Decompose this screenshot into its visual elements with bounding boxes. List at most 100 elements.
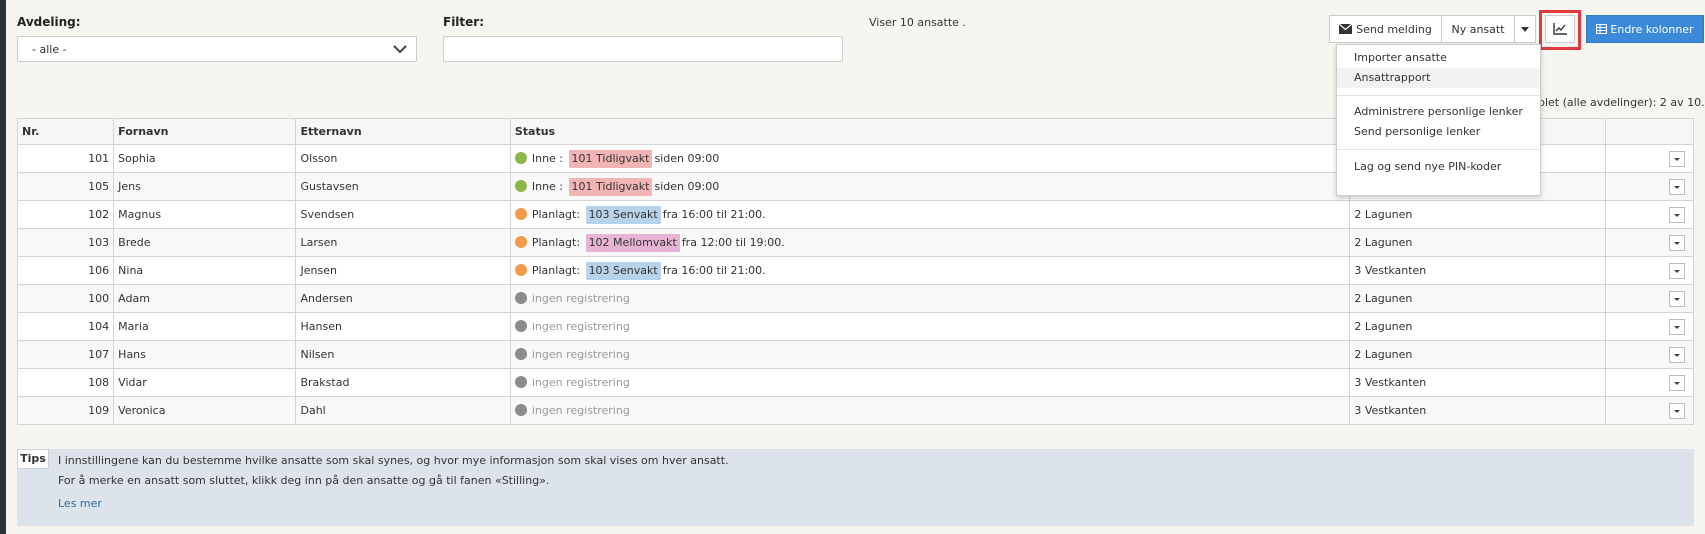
cell-first-name: Veronica bbox=[113, 396, 297, 425]
column-header-status[interactable]: Status bbox=[509, 118, 1351, 145]
column-header-last-name[interactable]: Etternavn bbox=[295, 118, 511, 145]
cell-status: Inne : 101 Tidligvakt siden 09:00 bbox=[509, 172, 1351, 201]
cell-last-name: Jensen bbox=[295, 256, 511, 285]
cell-department: 3 Vestkanten bbox=[1349, 368, 1606, 397]
shift-badge: 103 Senvakt bbox=[585, 261, 661, 280]
status-dot-icon bbox=[514, 263, 527, 276]
status-dot-icon bbox=[514, 376, 527, 388]
row-dropdown-button[interactable] bbox=[1669, 150, 1685, 167]
row-dropdown-button[interactable] bbox=[1669, 346, 1685, 363]
row-dropdown-button[interactable] bbox=[1669, 262, 1685, 279]
shift-badge: 102 Mellomvakt bbox=[585, 233, 680, 252]
cell-last-name: Gustavsen bbox=[295, 172, 511, 201]
row-dropdown-button[interactable] bbox=[1669, 374, 1685, 391]
department-select[interactable]: - alle - bbox=[17, 36, 417, 62]
cell-first-name: Maria bbox=[113, 312, 297, 341]
cell-first-name: Hans bbox=[113, 340, 297, 369]
cell-status: ingen registrering bbox=[509, 340, 1351, 369]
cell-actions bbox=[1604, 284, 1695, 313]
status-dot-icon bbox=[514, 207, 527, 220]
table-row[interactable]: 107 Hans Nilsen ingen registrering 2 Lagunen bbox=[16, 340, 1695, 369]
shift-time: siden 09:00 bbox=[654, 151, 720, 165]
row-dropdown-button[interactable] bbox=[1669, 234, 1685, 251]
table-row[interactable]: 104 Maria Hansen ingen registrering 2 Lagune… bbox=[16, 312, 1695, 341]
highlight-box bbox=[1539, 10, 1581, 50]
cell-nr: 105 bbox=[16, 172, 115, 201]
cell-actions bbox=[1604, 172, 1695, 201]
change-columns-button[interactable]: Endre kolonner bbox=[1586, 15, 1704, 43]
table-row[interactable]: 103 Brede Larsen Planlagt: 102 Mellomvakt fr… bbox=[16, 228, 1695, 257]
cell-status: ingen registrering bbox=[509, 396, 1351, 425]
send-message-button[interactable]: Send melding bbox=[1329, 15, 1442, 43]
cell-status: ingen registrering bbox=[509, 284, 1351, 313]
cell-last-name: Dahl bbox=[295, 396, 511, 425]
menu-item-pin-codes[interactable]: Lag og send nye PIN-koder bbox=[1337, 157, 1540, 177]
cell-first-name: Brede bbox=[113, 228, 297, 257]
cell-department: 2 Lagunen bbox=[1349, 228, 1606, 257]
menu-item-manage-links[interactable]: Administrere personlige lenker bbox=[1337, 102, 1540, 122]
menu-item-import[interactable]: Importer ansatte bbox=[1337, 48, 1540, 68]
table-row[interactable]: 109 Veronica Dahl ingen registrering 3 Vestk… bbox=[16, 396, 1695, 425]
status-dot-icon bbox=[514, 292, 527, 304]
send-message-label: Send melding bbox=[1356, 22, 1432, 36]
cell-status: ingen registrering bbox=[509, 312, 1351, 341]
column-header-nr[interactable]: Nr. bbox=[16, 118, 115, 145]
envelope-icon bbox=[1339, 24, 1353, 34]
cell-actions bbox=[1604, 228, 1695, 257]
cell-last-name: Olsson bbox=[295, 144, 511, 173]
chevron-down-icon bbox=[393, 45, 407, 54]
shift-badge: 103 Senvakt bbox=[585, 205, 661, 224]
column-header-first-name[interactable]: Fornavn bbox=[113, 118, 297, 145]
cell-department: 2 Lagunen bbox=[1349, 284, 1606, 313]
menu-divider bbox=[1337, 95, 1540, 96]
status-state: ingen registrering bbox=[531, 292, 630, 305]
cell-last-name: Larsen bbox=[295, 228, 511, 257]
table-icon bbox=[1596, 24, 1608, 34]
cell-nr: 103 bbox=[16, 228, 115, 257]
cell-actions bbox=[1604, 368, 1695, 397]
cell-last-name: Andersen bbox=[295, 284, 511, 313]
shift-time: fra 12:00 til 19:00. bbox=[681, 235, 785, 249]
read-more-link[interactable]: Les mer bbox=[58, 497, 102, 510]
row-dropdown-button[interactable] bbox=[1669, 290, 1685, 307]
status-state: ingen registrering bbox=[531, 320, 630, 333]
status-state: ingen registrering bbox=[531, 376, 630, 389]
tips-text-2: For å merke en ansatt som sluttet, klikk… bbox=[58, 474, 550, 487]
row-dropdown-button[interactable] bbox=[1669, 206, 1685, 223]
shift-badge: 101 Tidligvakt bbox=[568, 149, 653, 168]
status-dot-icon bbox=[514, 235, 527, 248]
menu-item-send-links[interactable]: Send personlige lenker bbox=[1337, 122, 1540, 142]
row-dropdown-button[interactable] bbox=[1669, 402, 1685, 419]
table-row[interactable]: 100 Adam Andersen ingen registrering 2 Lagun… bbox=[16, 284, 1695, 313]
cell-actions bbox=[1604, 200, 1695, 229]
cell-last-name: Nilsen bbox=[295, 340, 511, 369]
cell-nr: 106 bbox=[16, 256, 115, 285]
table-row[interactable]: 106 Nina Jensen Planlagt: 103 Senvakt fra 16… bbox=[16, 256, 1695, 285]
shift-badge: 101 Tidligvakt bbox=[568, 177, 653, 196]
status-dot-icon bbox=[514, 348, 527, 360]
table-row[interactable]: 108 Vidar Brakstad ingen registrering 3 Vest… bbox=[16, 368, 1695, 397]
status-dot-icon bbox=[514, 404, 527, 416]
cell-status: ingen registrering bbox=[509, 368, 1351, 397]
status-state: Planlagt: bbox=[531, 263, 581, 277]
change-columns-label: Endre kolonner bbox=[1610, 22, 1694, 36]
cell-actions bbox=[1604, 340, 1695, 369]
row-dropdown-button[interactable] bbox=[1669, 178, 1685, 195]
cell-nr: 104 bbox=[16, 312, 115, 341]
new-employee-dropdown-toggle[interactable] bbox=[1514, 15, 1536, 43]
cell-first-name: Nina bbox=[113, 256, 297, 285]
cell-actions bbox=[1604, 396, 1695, 425]
cell-nr: 108 bbox=[16, 368, 115, 397]
filter-input[interactable] bbox=[443, 36, 843, 62]
cell-actions bbox=[1604, 144, 1695, 173]
cell-first-name: Vidar bbox=[113, 368, 297, 397]
cell-department: 3 Vestkanten bbox=[1349, 396, 1606, 425]
new-employee-button[interactable]: Ny ansatt bbox=[1441, 15, 1515, 43]
table-row[interactable]: 102 Magnus Svendsen Planlagt: 103 Senvakt fr… bbox=[16, 200, 1695, 229]
row-dropdown-button[interactable] bbox=[1669, 318, 1685, 335]
employee-count-text: Viser 10 ansatte . bbox=[869, 16, 966, 29]
menu-item-employee-report[interactable]: Ansattrapport bbox=[1337, 68, 1540, 88]
new-employee-menu: Importer ansatte Ansattrapport Administr… bbox=[1336, 44, 1541, 196]
cell-last-name: Hansen bbox=[295, 312, 511, 341]
cell-department: 2 Lagunen bbox=[1349, 312, 1606, 341]
